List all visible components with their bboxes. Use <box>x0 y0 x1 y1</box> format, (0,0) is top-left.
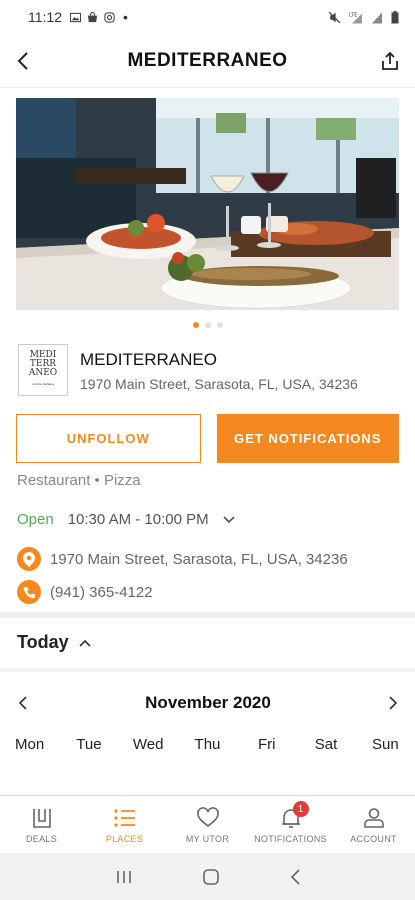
lte-signal-icon: LTE <box>349 12 362 23</box>
tab-notifications[interactable]: 1 NOTIFICATIONS <box>249 796 332 853</box>
phone-row[interactable]: (941) 365-4122 <box>17 580 153 604</box>
bag-icon <box>87 11 98 22</box>
prev-month-button[interactable] <box>18 696 28 710</box>
tab-my-utor[interactable]: MY UTOR <box>166 796 249 853</box>
business-category: Restaurant • Pizza <box>17 472 141 489</box>
carousel-dot-2[interactable] <box>204 322 211 328</box>
calendar-weekdays: Mon Tue Wed Thu Fri Sat Sun <box>0 736 415 753</box>
section-divider-2 <box>0 668 415 672</box>
chevron-up-icon <box>79 639 91 647</box>
weekday-wed: Wed <box>132 736 164 753</box>
tab-account[interactable]: ACCOUNT <box>332 796 415 853</box>
tab-deals-label: DEALS <box>25 834 57 844</box>
weekday-sun: Sun <box>371 736 399 753</box>
tab-account-label: ACCOUNT <box>350 834 397 844</box>
list-icon <box>113 809 135 827</box>
tab-places[interactable]: PLACES <box>83 796 166 853</box>
weekday-mon: Mon <box>15 736 45 753</box>
weekday-sat: Sat <box>314 736 338 753</box>
status-bar: 11:12 • LTE <box>0 0 415 34</box>
today-toggle[interactable]: Today <box>17 632 91 653</box>
signal-icon <box>372 12 382 23</box>
recent-apps-icon[interactable] <box>115 869 133 885</box>
business-logo: MEDI TERR ANEO cucina italiana <box>18 344 68 396</box>
status-dot: • <box>123 9 128 25</box>
tab-notifications-label: NOTIFICATIONS <box>254 834 327 844</box>
phone-link[interactable]: (941) 365-4122 <box>50 584 153 601</box>
hours-row[interactable]: Open 10:30 AM - 10:00 PM <box>17 511 235 528</box>
home-icon[interactable] <box>202 868 220 886</box>
carousel-dot-3[interactable] <box>216 322 223 328</box>
instagram-icon <box>104 11 115 23</box>
carousel-dots[interactable] <box>0 322 415 328</box>
system-back-icon[interactable] <box>289 868 301 886</box>
today-label: Today <box>17 632 69 652</box>
business-name: MEDITERRANEO <box>80 350 217 369</box>
restaurant-photo <box>16 98 399 310</box>
address-row[interactable]: 1970 Main Street, Sarasota, FL, USA, 342… <box>17 547 348 571</box>
tab-deals[interactable]: DEALS <box>0 796 83 853</box>
tab-my-utor-label: MY UTOR <box>185 834 230 844</box>
hero-image[interactable] <box>16 98 399 310</box>
share-icon <box>382 51 398 70</box>
share-button[interactable] <box>377 48 403 74</box>
heart-icon <box>196 807 219 828</box>
svg-text:LTE: LTE <box>349 12 357 18</box>
system-navigation-bar <box>0 853 415 900</box>
get-notifications-button[interactable]: GET NOTIFICATIONS <box>216 414 399 463</box>
open-status: Open <box>17 511 54 528</box>
next-month-button[interactable] <box>388 696 398 710</box>
back-button[interactable] <box>10 48 36 74</box>
bottom-tab-bar: DEALS PLACES MY UTOR 1 NOTIFICATIONS ACC… <box>0 795 415 853</box>
chevron-left-icon <box>17 52 28 70</box>
business-info: MEDI TERR ANEO cucina italiana MEDITERRA… <box>18 342 398 398</box>
tab-places-label: PLACES <box>105 834 144 844</box>
phone-icon <box>17 580 41 604</box>
app-header: MEDITERRANEO <box>0 34 415 88</box>
person-icon <box>363 808 384 828</box>
page-title: MEDITERRANEO <box>127 49 288 71</box>
action-buttons: UNFOLLOW GET NOTIFICATIONS <box>16 414 399 463</box>
mute-icon <box>328 11 341 23</box>
location-pin-icon <box>17 547 41 571</box>
address-link[interactable]: 1970 Main Street, Sarasota, FL, USA, 342… <box>50 551 348 568</box>
status-time: 11:12 <box>28 9 62 25</box>
notification-badge: 1 <box>292 801 309 817</box>
image-icon <box>70 12 81 22</box>
weekday-tue: Tue <box>76 736 102 753</box>
battery-icon <box>391 10 399 23</box>
chevron-down-icon[interactable] <box>223 515 235 524</box>
carousel-dot-1[interactable] <box>192 322 199 328</box>
weekday-fri: Fri <box>258 736 276 753</box>
hours-range: 10:30 AM - 10:00 PM <box>67 511 209 528</box>
unfollow-button[interactable]: UNFOLLOW <box>16 414 201 463</box>
business-address: 1970 Main Street, Sarasota, FL, USA, 342… <box>80 376 358 392</box>
section-divider <box>0 612 415 618</box>
calendar-month: November 2020 <box>145 693 271 712</box>
logo-tagline: cucina italiana <box>31 382 55 386</box>
deals-icon <box>32 809 51 828</box>
logo-line-3: ANEO <box>28 368 58 378</box>
weekday-thu: Thu <box>194 736 221 753</box>
calendar-header: November 2020 <box>18 690 398 716</box>
